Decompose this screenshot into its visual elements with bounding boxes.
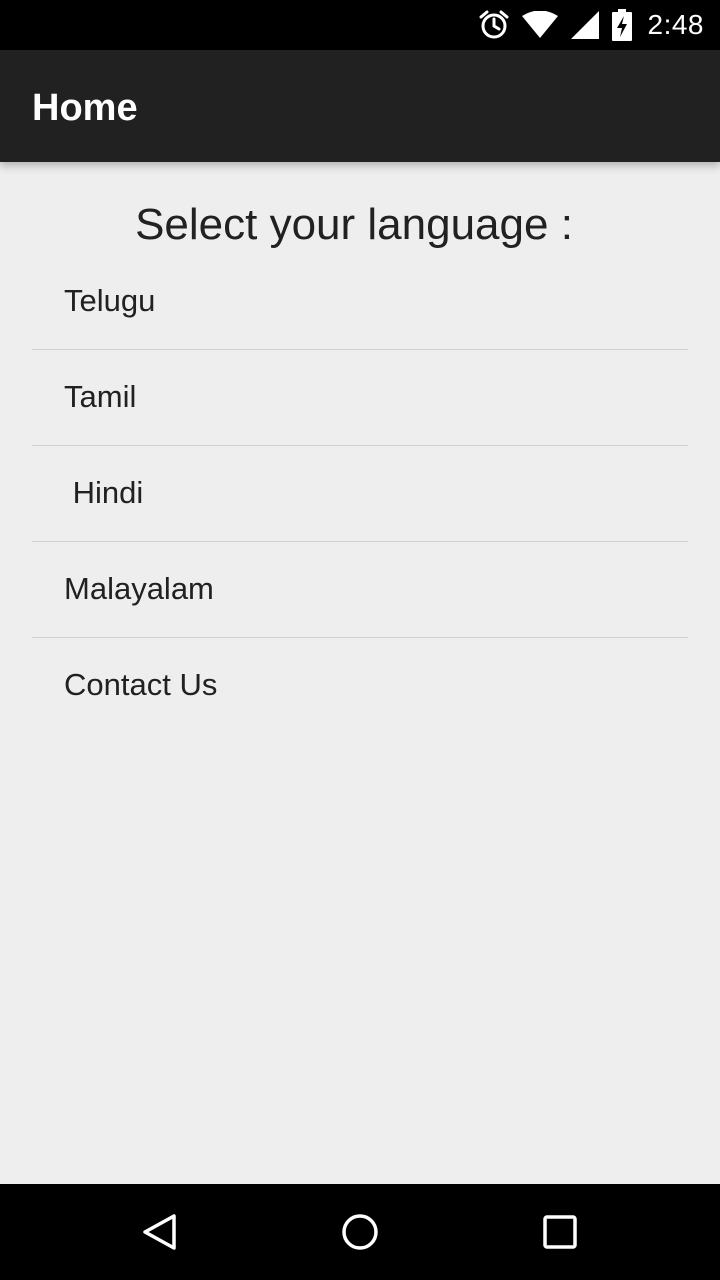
status-icons: 2:48 bbox=[478, 0, 705, 50]
back-button[interactable] bbox=[140, 1212, 180, 1252]
battery-charging-icon bbox=[611, 9, 632, 41]
list-item-label: Tamil bbox=[64, 379, 137, 414]
main-content: Select your language : Telugu Tamil Hind… bbox=[0, 162, 720, 1184]
list-item-label: Telugu bbox=[64, 283, 156, 318]
list-item-contact-us[interactable]: Contact Us bbox=[32, 638, 688, 734]
recents-button[interactable] bbox=[540, 1212, 580, 1252]
status-bar: 2:48 bbox=[0, 0, 720, 50]
wifi-icon bbox=[521, 11, 558, 39]
list-item-malayalam[interactable]: Malayalam bbox=[32, 542, 688, 638]
home-icon bbox=[340, 1212, 380, 1252]
list-item-telugu[interactable]: Telugu bbox=[32, 254, 688, 350]
list-item-label: Hindi bbox=[64, 475, 144, 510]
back-icon bbox=[140, 1212, 180, 1252]
alarm-icon bbox=[478, 9, 510, 41]
app-bar: Home bbox=[0, 50, 720, 162]
list-item-label: Contact Us bbox=[64, 667, 218, 702]
list-item-hindi[interactable]: Hindi bbox=[32, 446, 688, 542]
language-list: Telugu Tamil Hindi Malayalam Contact Us bbox=[32, 254, 688, 734]
navigation-bar bbox=[0, 1184, 720, 1280]
home-button[interactable] bbox=[340, 1212, 380, 1252]
page-title: Home bbox=[32, 87, 138, 129]
recents-icon bbox=[540, 1212, 580, 1252]
list-item-label: Malayalam bbox=[64, 571, 214, 606]
status-time: 2:48 bbox=[647, 9, 704, 40]
language-heading: Select your language : bbox=[135, 200, 573, 249]
signal-icon bbox=[570, 10, 600, 40]
list-item-tamil[interactable]: Tamil bbox=[32, 350, 688, 446]
